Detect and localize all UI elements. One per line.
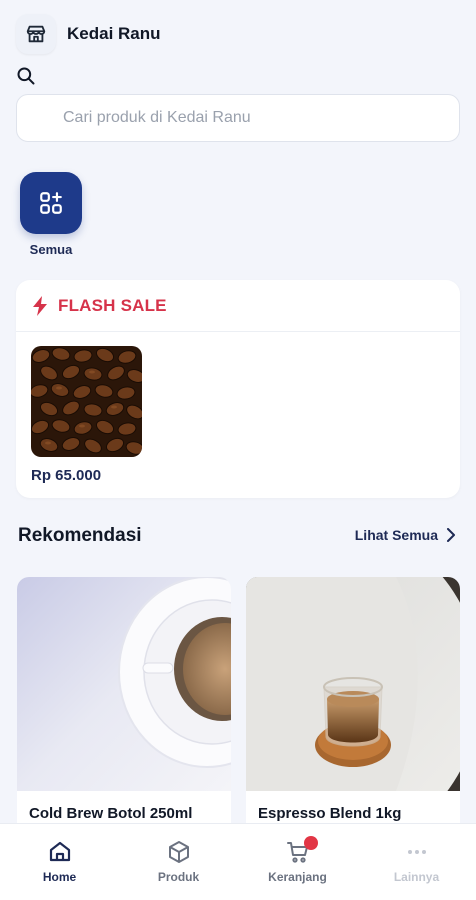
flash-sale-header: FLASH SALE — [16, 280, 460, 332]
flash-sale-item[interactable]: Rp 65.000 — [31, 346, 142, 484]
nav-keranjang-label: Keranjang — [268, 870, 327, 884]
category-all[interactable]: Semua — [20, 172, 82, 257]
nav-produk-label: Produk — [157, 870, 200, 884]
grid-plus-icon — [40, 192, 62, 214]
nav-home-label: Home — [42, 870, 77, 884]
search-field[interactable] — [16, 94, 460, 142]
coffee-beans-image — [31, 346, 142, 457]
product-card[interactable]: Cold Brew Botol 250ml — [17, 577, 231, 837]
box-icon — [168, 841, 189, 863]
product-name: Espresso Blend 1kg — [258, 805, 402, 822]
nav-produk[interactable]: Produk — [119, 824, 238, 900]
product-name: Cold Brew Botol 250ml — [29, 805, 193, 822]
search-icon — [16, 66, 36, 86]
lightning-icon — [33, 295, 47, 316]
header: Kedai Ranu — [0, 0, 476, 156]
store-title: Kedai Ranu — [67, 24, 161, 43]
cart-badge — [304, 836, 318, 850]
flash-sale-price: Rp 65.000 — [31, 467, 102, 484]
category-all-label: Semua — [29, 242, 73, 257]
see-all-label: Lihat Semua — [354, 527, 438, 543]
flash-sale-title: FLASH SALE — [58, 295, 167, 315]
nav-lainnya[interactable]: Lainnya — [357, 824, 476, 900]
bottom-navigation: Home Produk Keranjang Lainnya — [0, 823, 476, 900]
product-card[interactable]: Espresso Blend 1kg — [246, 577, 460, 837]
chevron-right-icon — [447, 528, 455, 542]
espresso-image — [246, 577, 460, 791]
nav-keranjang[interactable]: Keranjang — [238, 824, 357, 900]
recommendations-title: Rekomendasi — [18, 525, 142, 546]
flash-sale-section: FLASH SALE Rp 65.000 — [16, 280, 460, 498]
more-icon — [407, 850, 426, 854]
nav-lainnya-label: Lainnya — [393, 870, 440, 884]
see-all-link[interactable]: Lihat Semua — [355, 527, 456, 543]
category-all-button[interactable] — [20, 172, 82, 234]
store-icon[interactable] — [16, 14, 56, 54]
search-input[interactable] — [63, 95, 443, 141]
home-icon — [49, 841, 70, 862]
cold-brew-image — [17, 577, 231, 791]
nav-home[interactable]: Home — [0, 824, 119, 900]
